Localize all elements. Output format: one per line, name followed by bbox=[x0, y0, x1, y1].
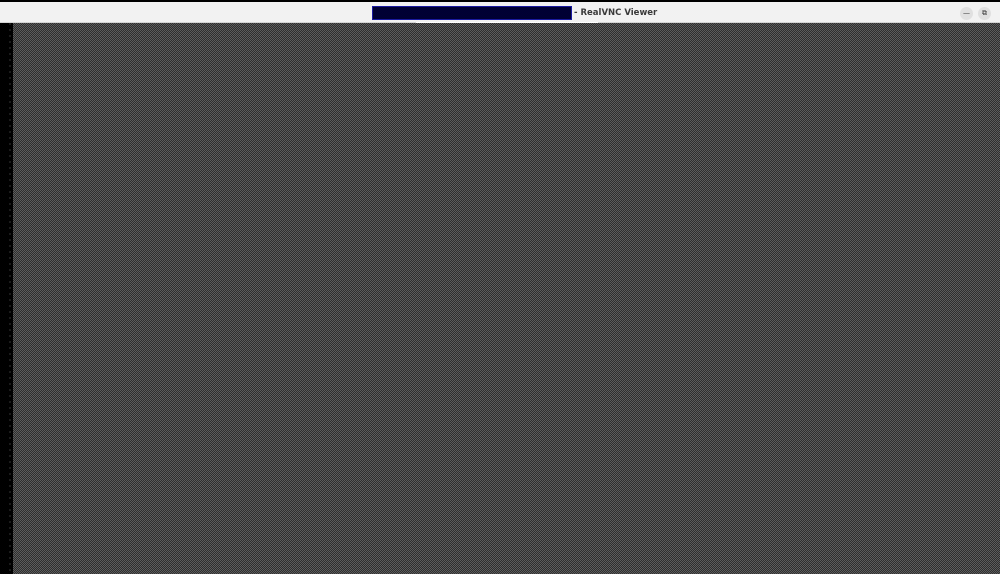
restore-icon: ⧉ bbox=[982, 9, 987, 17]
minimize-icon: — bbox=[963, 9, 970, 17]
left-border bbox=[0, 23, 13, 574]
left-border-marks bbox=[9, 23, 11, 574]
vnc-viewer-window: - RealVNC Viewer — ⧉ bbox=[0, 0, 1000, 574]
window-title-text: - RealVNC Viewer bbox=[574, 8, 658, 18]
restore-button[interactable]: ⧉ bbox=[978, 7, 991, 20]
minimize-button[interactable]: — bbox=[960, 7, 973, 20]
title-bar[interactable]: - RealVNC Viewer — ⧉ bbox=[0, 2, 1000, 23]
remote-desktop-canvas[interactable] bbox=[13, 23, 1000, 574]
window-title: - RealVNC Viewer bbox=[372, 6, 657, 20]
redacted-host-name bbox=[372, 6, 572, 20]
